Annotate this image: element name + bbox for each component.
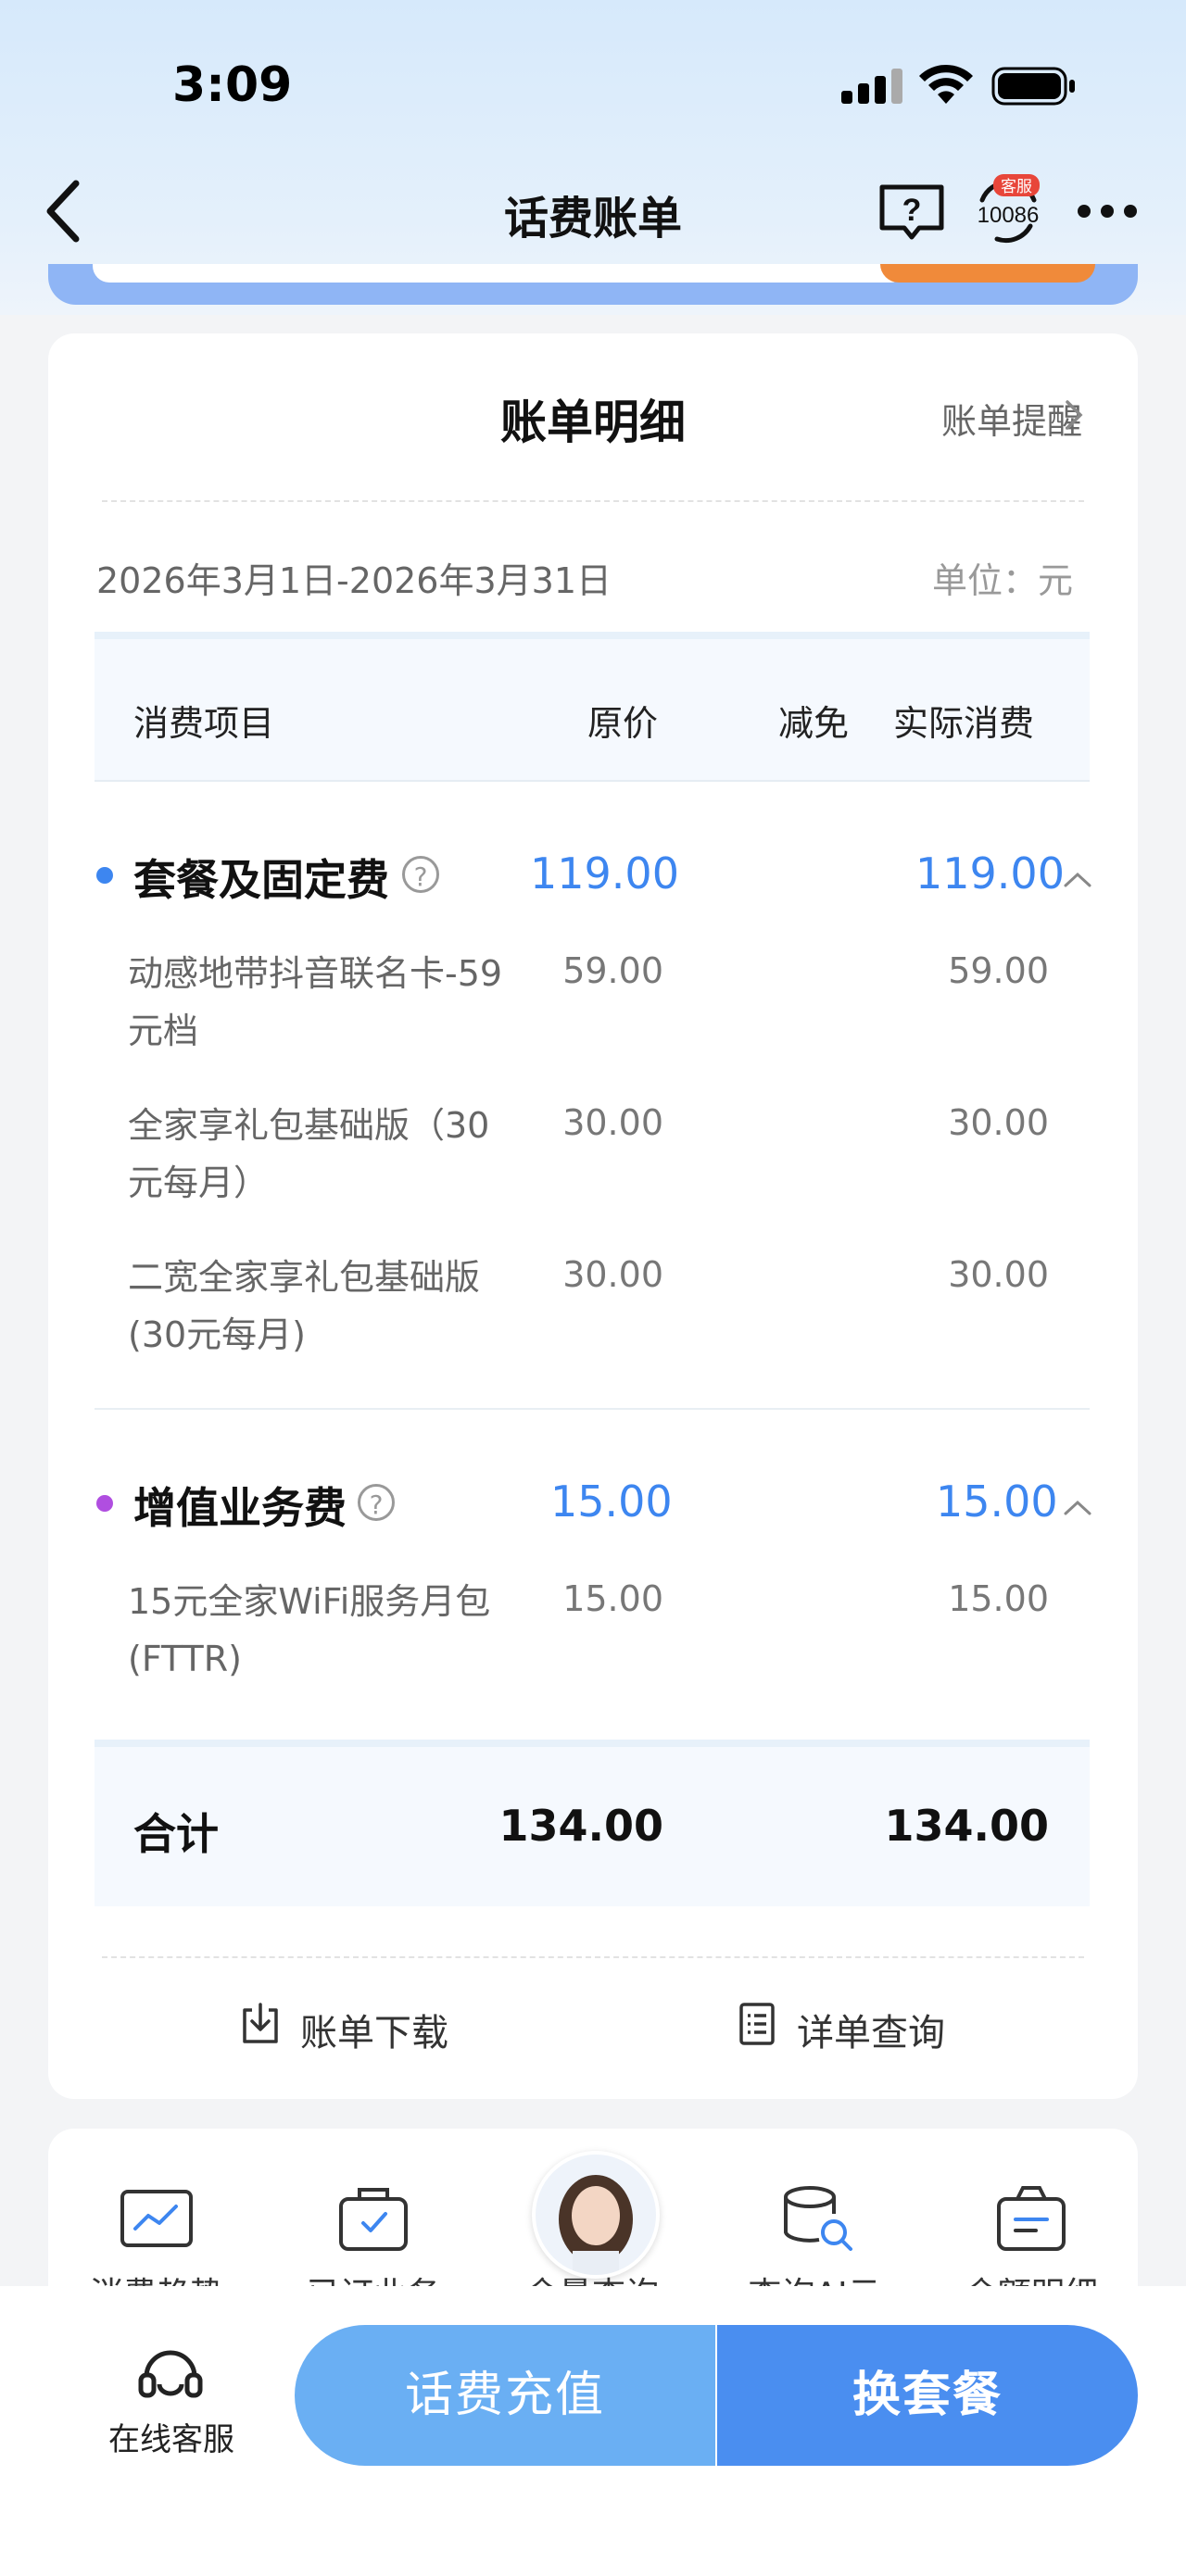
- battery-icon: [991, 67, 1075, 106]
- header-actual: 实际消费: [893, 703, 1035, 744]
- customer-service-icon[interactable]: 客服 10086: [969, 172, 1047, 250]
- info-icon[interactable]: ?: [358, 1484, 395, 1521]
- section-dot: [96, 1495, 113, 1512]
- headset-icon[interactable]: [133, 2338, 208, 2412]
- status-time: 3:09: [172, 57, 293, 113]
- section-dot: [96, 867, 113, 884]
- divider: [95, 1408, 1090, 1410]
- total-label: 合计: [133, 1809, 219, 1859]
- list-item-actual: 59.00: [948, 950, 1049, 991]
- download-icon: [243, 2003, 278, 2043]
- database-search-icon[interactable]: [773, 2177, 856, 2260]
- change-plan-button[interactable]: 换套餐: [717, 2325, 1138, 2466]
- list-item-name: 15元全家WiFi服务月包(FTTR): [128, 1581, 491, 1679]
- avatar[interactable]: [532, 2151, 660, 2279]
- trend-chart-icon[interactable]: [115, 2177, 198, 2260]
- total-actual: 134.00: [884, 1801, 1049, 1851]
- online-service-label[interactable]: 在线客服: [93, 2414, 250, 2459]
- section-title: 套餐及固定费: [133, 855, 389, 905]
- list-item-original: 15.00: [562, 1578, 663, 1619]
- bill-reminder-link[interactable]: 账单提醒: [941, 393, 1082, 444]
- more-icon[interactable]: [1075, 202, 1140, 220]
- divider: [102, 500, 1084, 502]
- bag-detail-icon[interactable]: [990, 2177, 1073, 2260]
- list-item-original: 30.00: [562, 1254, 663, 1295]
- bill-period: 2026年3月1日-2026年3月31日: [96, 560, 612, 601]
- total-original: 134.00: [498, 1801, 663, 1851]
- list-item-name: 全家享礼包基础版（30元每月）: [128, 1105, 490, 1203]
- previous-card-button: [880, 264, 1095, 283]
- header-item: 消费项目: [133, 703, 275, 744]
- list-item-original: 59.00: [562, 950, 663, 991]
- section-actual: 119.00: [915, 848, 1065, 898]
- bill-download-button[interactable]: 账单下载: [239, 2003, 448, 2056]
- svg-text:客服: 客服: [1001, 178, 1032, 196]
- svg-text:?: ?: [902, 193, 922, 228]
- header-original: 原价: [587, 703, 659, 744]
- list-item-actual: 30.00: [948, 1254, 1049, 1295]
- signal-icon: [841, 69, 902, 104]
- list-item-original: 30.00: [562, 1102, 663, 1143]
- section-original: 15.00: [550, 1476, 673, 1527]
- help-icon[interactable]: ?: [877, 182, 947, 243]
- previous-card-inner: [93, 264, 908, 283]
- recharge-button[interactable]: 话费充值: [295, 2325, 715, 2466]
- chevron-right-icon: [1066, 400, 1083, 430]
- section-actual: 15.00: [936, 1476, 1058, 1527]
- unit-label: 单位：元: [931, 560, 1073, 601]
- detail-query-button[interactable]: 详单查询: [736, 2003, 945, 2056]
- document-list-icon: [739, 2003, 775, 2045]
- section-original: 119.00: [530, 848, 679, 898]
- section-title: 增值业务费: [133, 1483, 347, 1533]
- chevron-up-icon[interactable]: [1062, 1499, 1093, 1517]
- list-item-name: 二宽全家享礼包基础版(30元每月): [128, 1257, 481, 1355]
- divider: [102, 1956, 1084, 1958]
- list-item-name: 动感地带抖音联名卡-59元档: [128, 953, 503, 1051]
- wifi-icon: [919, 64, 973, 104]
- list-item-actual: 30.00: [948, 1102, 1049, 1143]
- svg-text:10086: 10086: [978, 203, 1040, 228]
- chevron-up-icon[interactable]: [1062, 871, 1093, 889]
- info-icon[interactable]: ?: [402, 856, 439, 893]
- list-item-actual: 15.00: [948, 1578, 1049, 1619]
- header-discount: 减免: [778, 703, 850, 744]
- briefcase-check-icon[interactable]: [332, 2177, 415, 2260]
